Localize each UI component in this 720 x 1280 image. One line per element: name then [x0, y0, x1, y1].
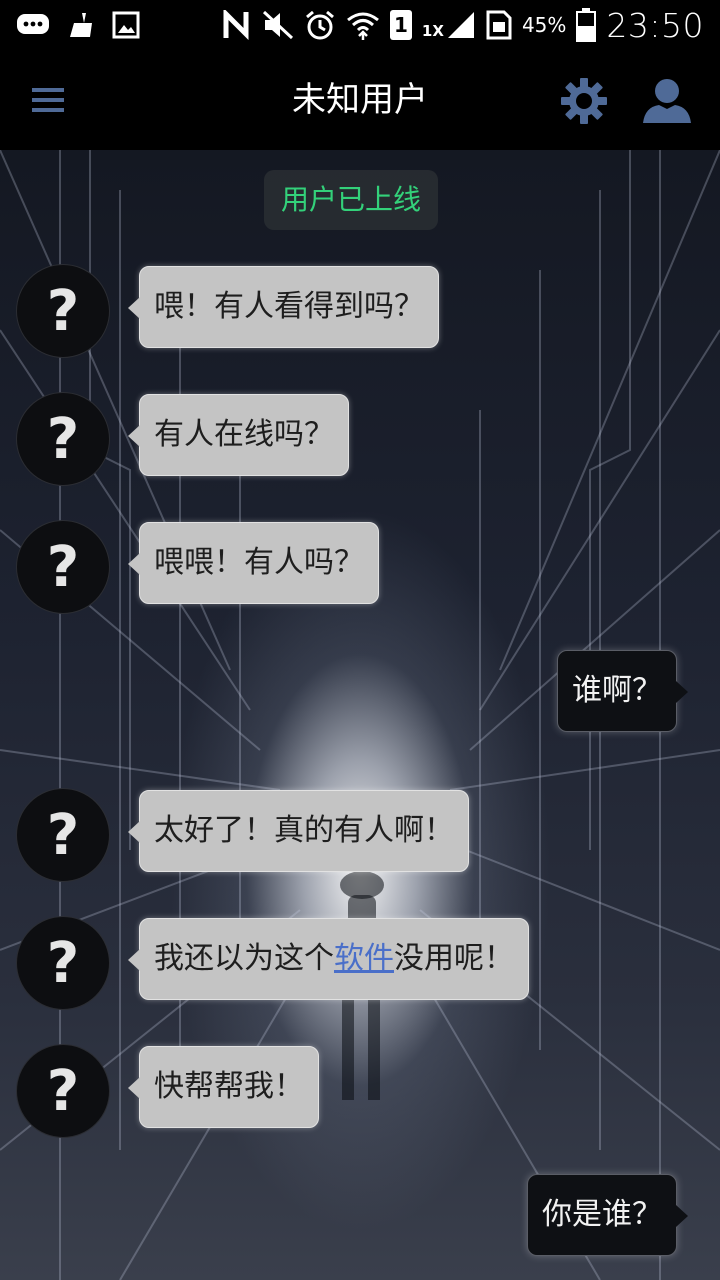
clock: 23:50 [606, 5, 704, 45]
sim-card-icon [486, 10, 512, 40]
wifi-icon [346, 10, 380, 40]
incoming-message: 喂喂！有人吗？ [128, 522, 379, 604]
gallery-icon [112, 11, 140, 39]
page-title: 未知用户 [292, 80, 428, 120]
chat-area[interactable]: 用户已上线 ? 喂！有人看得到吗？ ? 有人在线吗？ ? 喂喂！有人吗？ 谁啊？… [0, 150, 720, 1280]
unknown-user-avatar[interactable]: ? [16, 916, 110, 1010]
alarm-icon [304, 9, 336, 41]
software-link[interactable]: 软件 [334, 941, 394, 976]
battery-percent: 45% [521, 13, 567, 37]
settings-button[interactable] [558, 75, 610, 127]
outgoing-message: 你是谁？ [527, 1174, 688, 1256]
hamburger-menu-icon [32, 88, 64, 112]
status-bar: 1 1X 45% 23:50 [0, 0, 720, 50]
user-icon [643, 79, 691, 123]
incoming-message: 太好了！真的有人啊！ [128, 790, 469, 872]
incoming-message: 有人在线吗？ [128, 394, 349, 476]
sim-icon: 1 [389, 10, 412, 40]
profile-button[interactable] [637, 73, 697, 129]
message-text: 我还以为这个 [154, 941, 334, 976]
unknown-user-avatar[interactable]: ? [16, 520, 110, 614]
incoming-message: 我还以为这个软件没用呢！ [128, 918, 529, 1000]
unknown-user-avatar[interactable]: ? [16, 788, 110, 882]
incoming-message: 喂！有人看得到吗？ [128, 266, 439, 348]
unknown-user-avatar[interactable]: ? [16, 264, 110, 358]
app-bar: 未知用户 [0, 50, 720, 150]
system-status-message: 用户已上线 [264, 170, 439, 230]
menu-button[interactable] [28, 76, 68, 124]
unknown-user-avatar[interactable]: ? [16, 1044, 110, 1138]
nfc-icon [222, 10, 252, 40]
mute-icon [262, 10, 294, 40]
network-type-label: 1X [421, 22, 444, 40]
cleaner-icon [68, 11, 94, 39]
incoming-message: 快帮帮我！ [128, 1046, 319, 1128]
unknown-user-avatar[interactable]: ? [16, 392, 110, 486]
battery-icon [576, 8, 597, 42]
outgoing-message: 谁啊？ [557, 650, 688, 732]
gear-icon [561, 78, 607, 124]
message-text: 没用呢！ [394, 941, 514, 976]
signal-icon: 1X [422, 10, 476, 40]
message-icon [16, 12, 50, 38]
